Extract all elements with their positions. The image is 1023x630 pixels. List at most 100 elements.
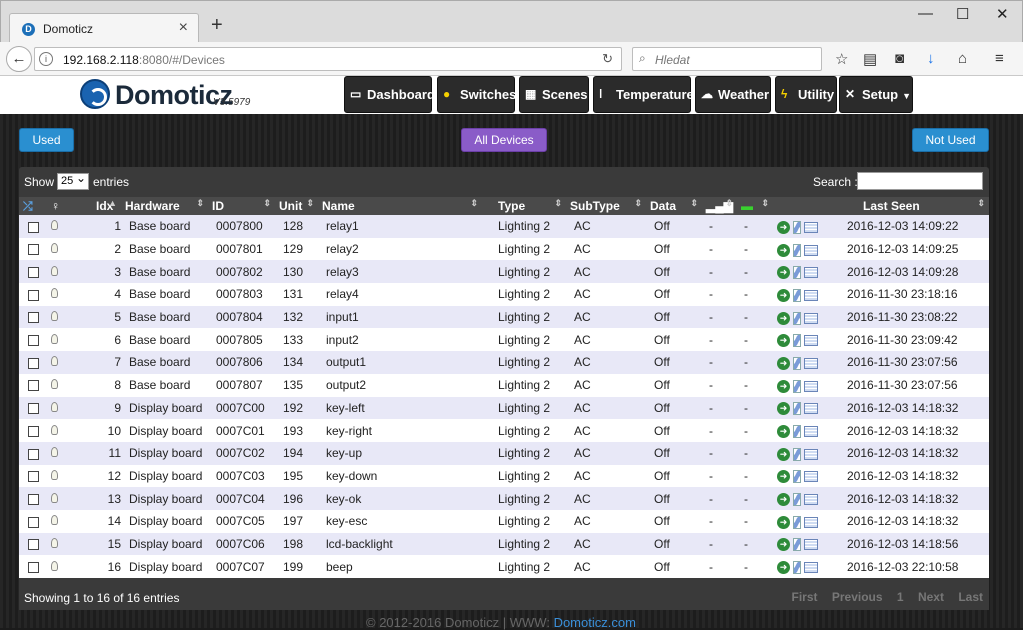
pocket-icon[interactable]: ◙ [895, 50, 904, 67]
address-bar[interactable]: i 192.168.2.118:8080/#/Devices ↻ [34, 47, 622, 71]
data-column-header[interactable]: Data ⇕ [646, 197, 702, 215]
activate-icon[interactable]: ➜ [777, 311, 790, 325]
search-input[interactable] [857, 172, 983, 190]
row-checkbox[interactable] [28, 312, 39, 324]
new-tab-icon[interactable]: + [211, 14, 223, 37]
close-tab-icon[interactable]: × [179, 19, 188, 37]
minimize-icon[interactable]: — [918, 5, 933, 22]
activate-icon[interactable]: ➜ [777, 288, 790, 302]
log-icon[interactable] [804, 289, 818, 301]
activate-icon[interactable]: ➜ [777, 447, 790, 461]
table-row[interactable]: 9 Display board 0007C00 192 key-left Lighting… [19, 396, 989, 420]
row-checkbox[interactable] [28, 471, 39, 483]
unit-column-header[interactable]: Unit ⇕ [275, 197, 318, 215]
nav-switches[interactable]: ● Switches [437, 76, 516, 113]
entries-select[interactable]: 25 [57, 171, 89, 190]
table-row[interactable]: 14 Display board 0007C05 197 key-esc Lighting… [19, 509, 989, 533]
subtype-column-header[interactable]: SubType ⇕ [566, 197, 646, 215]
table-row[interactable]: 16 Display board 0007C07 199 beep Lighting 2A… [19, 555, 989, 578]
activate-icon[interactable]: ➜ [777, 402, 790, 416]
log-icon[interactable] [804, 267, 818, 279]
log-icon[interactable] [804, 380, 818, 392]
edit-icon[interactable] [793, 266, 801, 280]
type-column-header[interactable]: Type ⇕ [482, 197, 566, 215]
used-button[interactable]: Used [19, 128, 74, 152]
row-checkbox[interactable] [28, 403, 39, 415]
log-icon[interactable] [804, 335, 818, 347]
nav-weather[interactable]: ☁ Weather [695, 76, 771, 113]
edit-icon[interactable] [793, 334, 801, 348]
nav-setup[interactable]: ✕ Setup ▼ [839, 76, 913, 113]
home-icon[interactable]: ⌂ [958, 50, 967, 67]
edit-icon[interactable] [793, 220, 801, 234]
not-used-button[interactable]: Not Used [912, 128, 989, 152]
log-icon[interactable] [804, 516, 818, 528]
row-checkbox[interactable] [28, 267, 39, 279]
activate-icon[interactable]: ➜ [777, 538, 790, 552]
log-icon[interactable] [804, 403, 818, 415]
table-row[interactable]: 3 Base board 0007802 130 relay3 Lighting 2 AC O… [19, 260, 989, 284]
table-row[interactable]: 12 Display board 0007C03 195 key-down Lightin… [19, 464, 989, 488]
activate-icon[interactable]: ➜ [777, 561, 790, 575]
activate-icon[interactable]: ➜ [777, 425, 790, 439]
nav-scenes[interactable]: ▦ Scenes [519, 76, 589, 113]
reading-list-icon[interactable]: ▤ [863, 50, 877, 68]
pager-first[interactable]: First [792, 590, 818, 604]
log-icon[interactable] [804, 312, 818, 324]
activate-icon[interactable]: ➜ [777, 334, 790, 348]
edit-icon[interactable] [793, 470, 801, 484]
table-row[interactable]: 5 Base board 0007804 132 input1 Lighting 2 AC O… [19, 305, 989, 329]
log-icon[interactable] [804, 471, 818, 483]
log-icon[interactable] [804, 244, 818, 256]
battery-column-header[interactable]: ▬ ⇕ [737, 197, 773, 215]
row-checkbox[interactable] [28, 425, 39, 437]
name-column-header[interactable]: Name ⇕ [318, 197, 482, 215]
table-row[interactable]: 13 Display board 0007C04 196 key-ok Lighting … [19, 487, 989, 510]
hardware-column-header[interactable]: Hardware ⇕ [121, 197, 208, 215]
all-devices-button[interactable]: All Devices [461, 128, 547, 152]
activate-icon[interactable]: ➜ [777, 243, 790, 257]
row-checkbox[interactable] [28, 448, 39, 460]
edit-icon[interactable] [793, 311, 801, 325]
table-row[interactable]: 8 Base board 0007807 135 output2 Lighting 2 AC… [19, 373, 989, 397]
edit-icon[interactable] [793, 538, 801, 552]
activate-icon[interactable]: ➜ [777, 220, 790, 234]
activate-icon[interactable]: ➜ [777, 266, 790, 280]
pager-last[interactable]: Last [958, 590, 983, 604]
edit-icon[interactable] [793, 447, 801, 461]
browser-tab[interactable]: D Domoticz × [9, 13, 199, 44]
activate-icon[interactable]: ➜ [777, 493, 790, 507]
activate-icon[interactable]: ➜ [777, 470, 790, 484]
edit-icon[interactable] [793, 515, 801, 529]
bookmark-star-icon[interactable]: ☆ [835, 50, 848, 68]
row-checkbox[interactable] [28, 357, 39, 369]
nav-dashboard[interactable]: ▭ Dashboard [344, 76, 435, 113]
row-checkbox[interactable] [28, 561, 39, 573]
table-row[interactable]: 10 Display board 0007C01 193 key-right Lighti… [19, 419, 989, 442]
log-icon[interactable] [804, 494, 818, 506]
nav-utility[interactable]: ϟ Utility [775, 76, 837, 113]
activate-icon[interactable]: ➜ [777, 379, 790, 393]
log-icon[interactable] [804, 562, 818, 574]
row-checkbox[interactable] [28, 516, 39, 528]
menu-icon[interactable]: ≡ [995, 50, 1004, 67]
idx-column-header[interactable]: Idx ▲ [92, 197, 121, 215]
log-icon[interactable] [804, 539, 818, 551]
edit-icon[interactable] [793, 288, 801, 302]
edit-icon[interactable] [793, 379, 801, 393]
info-icon[interactable]: i [39, 52, 53, 66]
row-checkbox[interactable] [28, 493, 39, 505]
table-row[interactable]: 2 Base board 0007801 129 relay2 Lighting 2 AC O… [19, 237, 989, 261]
table-row[interactable]: 11 Display board 0007C02 194 key-up Lighting … [19, 441, 989, 465]
log-icon[interactable] [804, 426, 818, 438]
row-checkbox[interactable] [28, 221, 39, 233]
edit-icon[interactable] [793, 561, 801, 575]
pager-next[interactable]: Next [918, 590, 944, 604]
edit-icon[interactable] [793, 243, 801, 257]
id-column-header[interactable]: ID ⇕ [208, 197, 275, 215]
edit-icon[interactable] [793, 356, 801, 370]
table-row[interactable]: 7 Base board 0007806 134 output1 Lighting 2 AC… [19, 351, 989, 374]
activate-icon[interactable]: ➜ [777, 356, 790, 370]
row-checkbox[interactable] [28, 335, 39, 347]
log-icon[interactable] [804, 221, 818, 233]
